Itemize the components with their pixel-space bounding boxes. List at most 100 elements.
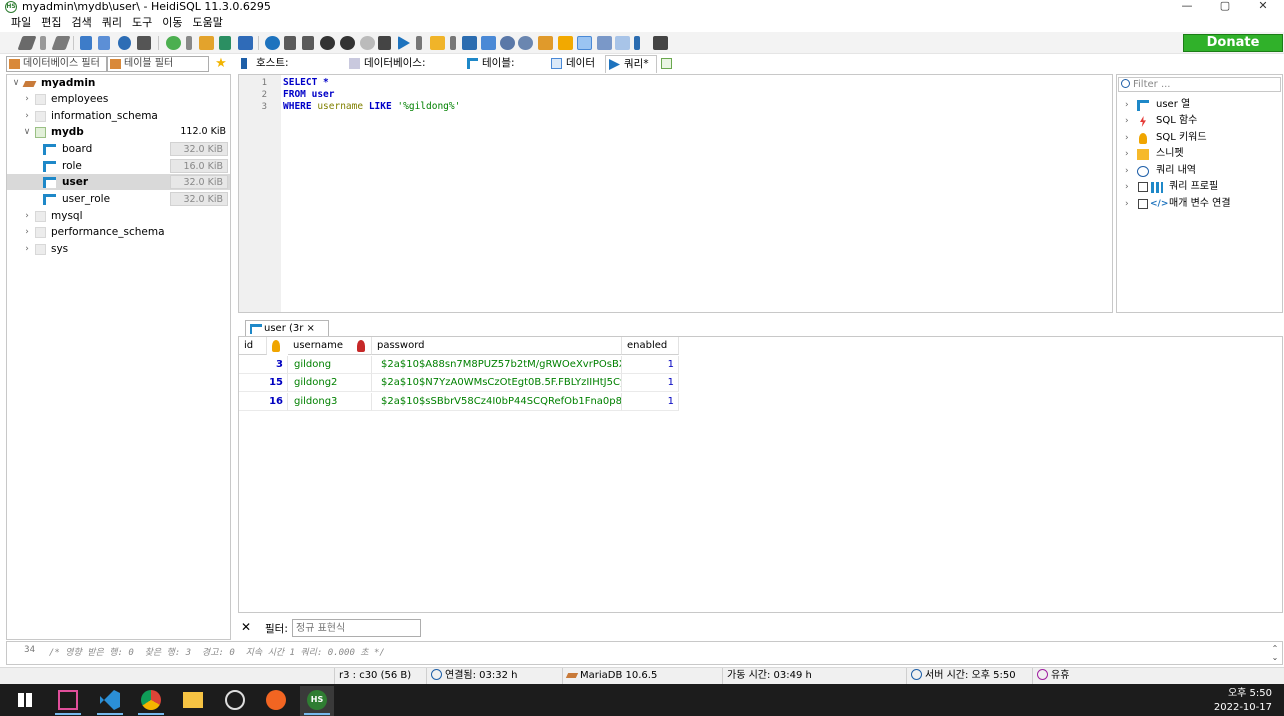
cell-username[interactable]: gildong [288,356,372,374]
transfer-icon[interactable] [238,36,253,50]
database-filter-input[interactable]: 데이터베이스 필터 [6,56,107,72]
open-folder-icon[interactable] [430,36,445,50]
menu-help[interactable]: 도움말 [188,14,228,31]
menu-search[interactable]: 검색 [67,14,97,31]
expand-icon[interactable]: › [1125,179,1129,195]
menu-query[interactable]: 쿼리 [97,14,127,31]
dropdown-icon[interactable] [416,36,422,50]
save-snippet-icon[interactable] [481,36,496,50]
expand-icon[interactable]: › [22,208,32,224]
bind-params-checkbox[interactable] [1138,199,1148,209]
tree-item-table-selected[interactable]: user 32.0 KiB [7,174,230,190]
tab-table[interactable]: 테이블: user [464,55,546,86]
expand-icon[interactable]: › [1125,97,1129,113]
undo-icon[interactable] [118,36,131,50]
cell-username[interactable]: gildong2 [288,374,372,392]
cancel-icon[interactable] [378,36,391,50]
menu-edit[interactable]: 편집 [36,14,66,31]
intellij-icon[interactable] [58,690,78,710]
sql-log[interactable]: 34 /* 영향 받은 행: 0 찾은 행: 3 경고: 0 지속 시간 1 쿼… [6,641,1283,665]
windows-start-icon[interactable] [18,693,32,707]
menu-tools[interactable]: 도구 [127,14,157,31]
expand-icon[interactable]: › [1125,113,1129,129]
cell-enabled[interactable]: 1 [622,393,679,411]
tab-data[interactable]: 데이터 [548,55,606,73]
expand-icon[interactable]: › [22,108,32,124]
run-icon[interactable] [398,36,410,50]
cell-enabled[interactable]: 1 [622,374,679,392]
wrap-icon[interactable] [597,36,612,50]
log-scroll-arrows-icon[interactable]: ⌃ ⌄ [1270,644,1280,662]
tree-item-information-schema[interactable]: › information_schema [7,108,230,124]
close-tab-icon[interactable] [653,36,668,50]
tree-root[interactable]: ∨ myadmin [7,75,230,91]
tree-item-employees[interactable]: › employees [7,91,230,107]
close-filter-icon[interactable]: ✕ [241,620,251,634]
cell-id[interactable]: 15 [239,374,288,392]
menu-file[interactable]: 파일 [6,14,36,31]
expand-icon[interactable]: › [22,91,32,107]
insert-icon[interactable] [320,36,335,50]
new-query-tab-button[interactable] [658,55,676,73]
close-button[interactable]: ✕ [1245,0,1281,14]
table-filter-input[interactable]: 테이블 필터 [107,56,209,72]
dropdown-icon[interactable] [450,36,456,50]
github-icon[interactable] [225,690,245,710]
cell-username[interactable]: gildong3 [288,393,372,411]
binary-icon[interactable] [577,36,592,50]
tree-item-performance-schema[interactable]: › performance_schema [7,224,230,240]
file-explorer-icon[interactable] [183,692,203,708]
tree-item-mysql[interactable]: › mysql [7,208,230,224]
postman-icon[interactable] [266,690,286,710]
taskbar-clock[interactable]: 오후 5:50 2022-10-17 [1214,687,1272,715]
column-header-password[interactable]: password [372,337,622,355]
dropdown-icon[interactable] [186,36,192,50]
print-icon[interactable] [137,36,151,50]
paste-icon[interactable] [98,36,110,50]
expand-icon[interactable]: › [1125,196,1129,212]
cell-password[interactable]: $2a$10$sSBbrV58Cz4I0bP44SCQRefOb1Fna0p8Y… [372,393,622,411]
export-icon[interactable] [219,36,231,50]
result-tab[interactable]: user (3r × 4c) [245,320,329,350]
cell-enabled[interactable]: 1 [622,356,679,374]
query-profile-checkbox[interactable] [1138,182,1148,192]
sql-editor[interactable]: 1 2 3 SELECT * FROM user WHERE username … [238,74,1113,313]
vscode-icon[interactable] [100,690,120,710]
collapse-icon[interactable]: ∨ [11,75,21,91]
cell-password[interactable]: $2a$10$N7YzA0WMsCzOtEgt0B.5F.FBLYzIIHtJ5… [372,374,622,392]
expand-icon[interactable]: › [1125,146,1129,162]
disconnect-icon[interactable] [51,36,71,50]
delete-icon[interactable] [340,36,355,50]
tab-query[interactable]: 쿼리* [605,55,657,73]
tab-host[interactable]: 호스트: 127.0.0.1 [238,55,346,86]
first-record-icon[interactable] [284,36,296,50]
grid-filter-input[interactable] [292,619,421,637]
column-header-enabled[interactable]: enabled [622,337,679,355]
column-header-id[interactable]: id [239,337,267,355]
expand-icon[interactable]: › [22,241,32,257]
donate-button[interactable]: Donate [1183,34,1283,52]
favorites-star-icon[interactable]: ★ [213,56,229,72]
cell-password[interactable]: $2a$10$A88sn7M8PUZ57b2tM/gRWOeXvrPOsBXk.… [372,356,622,374]
cell-id[interactable]: 16 [239,393,288,411]
save-icon[interactable] [462,36,477,50]
helper-filter-input[interactable]: Filter ... [1118,77,1281,92]
collapse-icon[interactable]: ∨ [22,124,32,140]
format-sql-icon[interactable] [538,36,553,50]
tab-database[interactable]: 데이터베이스: mydb [346,55,462,86]
more-icon[interactable] [634,36,640,50]
refresh-icon[interactable] [166,36,181,50]
last-record-icon[interactable] [302,36,314,50]
find-next-icon[interactable] [518,36,533,50]
copy-icon[interactable] [80,36,92,50]
bind-params-icon[interactable] [615,36,630,50]
dropdown-icon[interactable] [40,36,46,50]
find-icon[interactable] [500,36,515,50]
minimize-button[interactable]: — [1169,0,1205,14]
maximize-button[interactable]: ▢ [1207,0,1243,14]
expand-icon[interactable]: › [1125,163,1129,179]
post-icon[interactable] [360,36,375,50]
tree-item-table[interactable]: role 16.0 KiB [7,158,230,174]
connect-icon[interactable] [17,36,37,50]
tree-item-table[interactable]: user_role 32.0 KiB [7,191,230,207]
